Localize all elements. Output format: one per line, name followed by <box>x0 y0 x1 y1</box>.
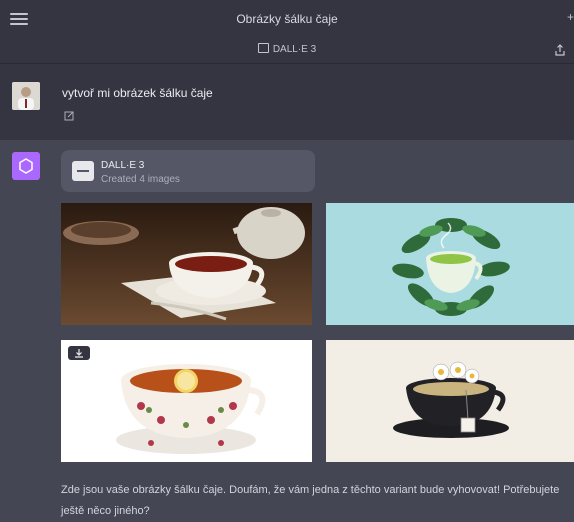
tool-name: DALL·E 3 <box>101 160 145 171</box>
edit-icon[interactable] <box>64 110 75 121</box>
tool-status: Created 4 images <box>101 174 180 185</box>
user-avatar <box>12 82 40 110</box>
model-label: DALL·E 3 <box>0 43 574 55</box>
generated-image-1[interactable] <box>61 203 312 325</box>
assistant-avatar <box>12 152 40 180</box>
download-button[interactable] <box>68 346 90 360</box>
dalle-thumbnail <box>72 161 94 181</box>
generated-image-3[interactable] <box>61 340 312 462</box>
new-chat-icon[interactable]: + <box>567 10 574 24</box>
user-message: vytvoř mi obrázek šálku čaje <box>0 64 574 140</box>
generated-image-4[interactable] <box>326 340 574 462</box>
assistant-reply-text: Zde jsou vaše obrázky šálku čaje. Doufám… <box>61 484 560 517</box>
share-icon[interactable] <box>554 44 566 56</box>
model-icon <box>257 43 269 53</box>
dalle-tool-card[interactable]: DALL·E 3 Created 4 images <box>61 150 315 192</box>
conversation-title: Obrázky šálku čaje <box>236 12 338 26</box>
user-message-text: vytvoř mi obrázek šálku čaje <box>62 86 213 100</box>
top-bar: Obrázky šálku čaje + <box>0 0 574 38</box>
model-bar: DALL·E 3 <box>0 38 574 64</box>
generated-image-2[interactable] <box>326 203 574 325</box>
